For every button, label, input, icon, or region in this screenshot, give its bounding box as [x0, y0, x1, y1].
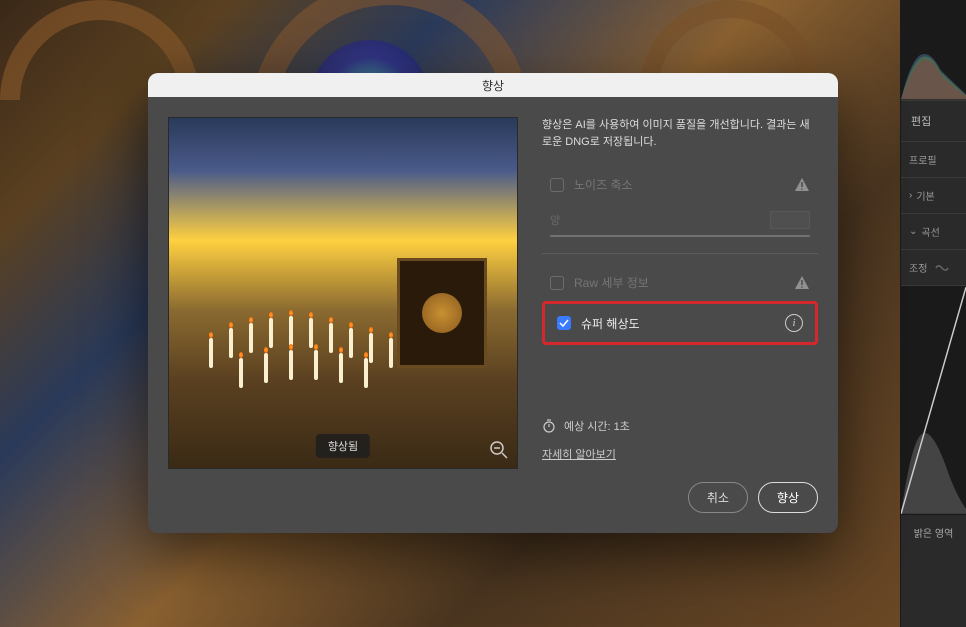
estimated-time-label: 예상 시간: 1초: [564, 418, 630, 434]
preview-status-badge: 향상됨: [316, 434, 370, 458]
curve-label: 곡선: [921, 224, 939, 239]
edit-label: 편집: [911, 113, 931, 129]
right-sidebar: 편집 프로필 › 기본 ⌄ 곡선 조정 밝은 영역: [900, 0, 966, 627]
cancel-button[interactable]: 취소: [688, 482, 748, 513]
basic-panel[interactable]: › 기본: [901, 177, 966, 213]
raw-details-checkbox: [550, 276, 564, 290]
amount-value-field: [770, 211, 810, 229]
profile-row[interactable]: 프로필: [901, 141, 966, 177]
dialog-body: 향상됨 향상은 AI를 사용하여 이미지 품질을 개선합니다. 결과는 새로운 …: [148, 97, 838, 533]
learn-more-link[interactable]: 자세히 알아보기: [542, 446, 818, 462]
zoom-out-button[interactable]: [489, 440, 509, 460]
basic-label: 기본: [916, 188, 934, 203]
options-panel: 향상은 AI를 사용하여 이미지 품질을 개선합니다. 결과는 새로운 DNG로…: [542, 117, 818, 513]
chevron-down-icon: ⌄: [909, 226, 917, 237]
timer-icon: [542, 419, 556, 433]
dialog-titlebar[interactable]: 향상: [148, 73, 838, 97]
enhance-dialog: 향상: [148, 73, 838, 533]
amount-label: 양: [550, 212, 760, 228]
info-icon[interactable]: i: [785, 314, 803, 332]
adjust-row[interactable]: 조정: [901, 249, 966, 285]
tone-curve-chart: [901, 286, 966, 515]
enhance-button[interactable]: 향상: [758, 482, 818, 513]
raw-details-option: Raw 세부 정보: [542, 264, 818, 301]
super-resolution-label: 슈퍼 해상도: [581, 315, 775, 332]
denoise-checkbox: [550, 178, 564, 192]
adjust-label: 조정: [909, 260, 927, 275]
profile-label: 프로필: [909, 152, 937, 167]
warning-icon: [794, 275, 810, 291]
edit-panel-header[interactable]: 편집: [901, 100, 966, 141]
super-resolution-checkbox[interactable]: [557, 316, 571, 330]
curve-panel-header[interactable]: ⌄ 곡선: [901, 213, 966, 249]
estimated-time-row: 예상 시간: 1초: [542, 414, 818, 438]
dialog-buttons: 취소 향상: [542, 482, 818, 513]
super-resolution-option[interactable]: 슈퍼 해상도 i: [542, 301, 818, 345]
zoom-out-icon: [489, 440, 509, 460]
divider: [542, 253, 818, 254]
dialog-description: 향상은 AI를 사용하여 이미지 품질을 개선합니다. 결과는 새로운 DNG로…: [542, 117, 818, 150]
raw-details-label: Raw 세부 정보: [574, 274, 784, 291]
amount-row: 양: [542, 203, 818, 233]
checkmark-icon: [559, 318, 569, 328]
dialog-title: 향상: [482, 77, 504, 94]
wave-icon: [935, 261, 949, 275]
amount-slider: [550, 235, 810, 237]
preview-image[interactable]: 향상됨: [168, 117, 518, 469]
denoise-label: 노이즈 축소: [574, 176, 784, 193]
histogram-panel[interactable]: [901, 0, 966, 100]
chevron-right-icon: ›: [909, 190, 912, 201]
tone-curve-panel[interactable]: [901, 285, 966, 515]
preview-decoration: [199, 288, 479, 408]
warning-icon: [794, 177, 810, 193]
histogram-chart: [901, 0, 966, 100]
bright-region-label[interactable]: 밝은 영역: [901, 515, 966, 550]
denoise-option: 노이즈 축소: [542, 166, 818, 203]
